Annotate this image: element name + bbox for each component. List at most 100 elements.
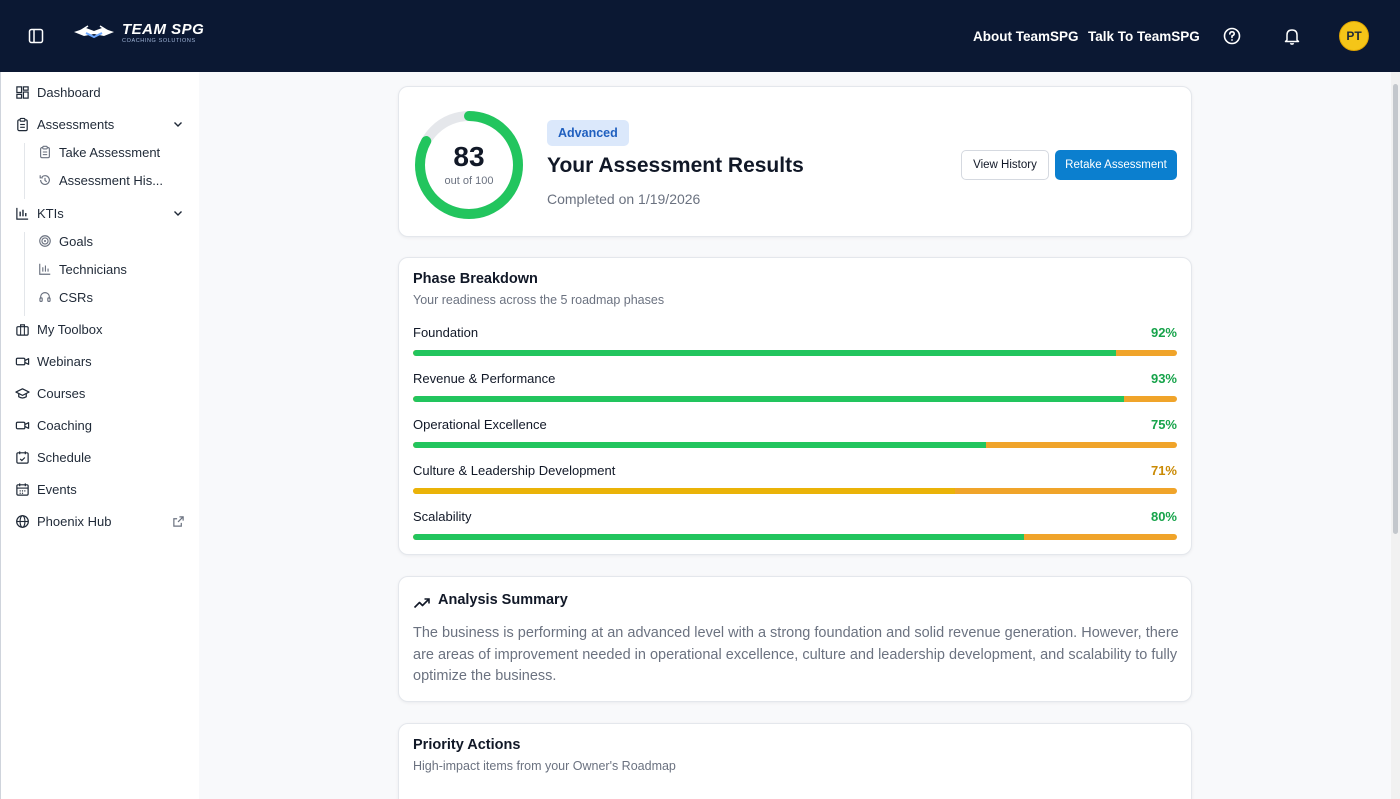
sidebar-item-label: Technicians xyxy=(59,261,127,277)
trending-up-icon xyxy=(413,598,430,609)
phase-progress-track xyxy=(413,396,1177,402)
help-icon[interactable] xyxy=(1222,26,1242,46)
phase-row: Scalability 80% xyxy=(413,509,1177,543)
sidebar-toggle-icon[interactable] xyxy=(26,26,46,46)
level-badge: Advanced xyxy=(547,120,629,146)
sidebar-item-label: Coaching xyxy=(37,417,92,433)
phase-progress-fill xyxy=(413,350,1116,356)
sidebar-item-ktis[interactable]: KTIs xyxy=(1,200,200,226)
sidebar-item-label: My Toolbox xyxy=(37,321,103,337)
video-icon xyxy=(15,421,30,429)
sidebar-item-assessment-history[interactable]: Assessment His... xyxy=(1,167,200,193)
sidebar-item-label: Assessments xyxy=(37,116,115,132)
sidebar-item-courses[interactable]: Courses xyxy=(1,380,200,406)
sidebar-item-phoenix-hub[interactable]: Phoenix Hub xyxy=(1,508,200,534)
brand-name: TEAM SPG xyxy=(122,21,205,38)
phase-progress-track xyxy=(413,488,1177,494)
sidebar-item-schedule[interactable]: Schedule xyxy=(1,444,200,470)
phase-percent: 80% xyxy=(1150,509,1177,524)
sidebar-item-my-toolbox[interactable]: My Toolbox xyxy=(1,316,200,342)
scrollbar-thumb[interactable] xyxy=(1393,84,1398,534)
phase-name: Foundation xyxy=(413,325,479,340)
video-icon xyxy=(15,357,30,365)
analysis-summary-card: Analysis Summary The business is perform… xyxy=(398,576,1192,702)
phase-breakdown-title: Phase Breakdown xyxy=(413,271,538,287)
phase-percent: 93% xyxy=(1150,371,1177,386)
brand-tagline: COACHING SOLUTIONS xyxy=(122,38,196,44)
sidebar-item-label: CSRs xyxy=(59,289,93,305)
history-icon xyxy=(39,175,50,185)
phase-progress-track xyxy=(413,442,1177,448)
sidebar-item-label: Events xyxy=(37,481,77,497)
sidebar-item-take-assessment[interactable]: Take Assessment xyxy=(1,139,200,165)
phase-progress-fill xyxy=(413,442,986,448)
graduation-cap-icon xyxy=(15,387,30,399)
sidebar-item-label: KTIs xyxy=(37,205,64,221)
sidebar-item-events[interactable]: Events xyxy=(1,476,200,502)
phase-row: Foundation 92% xyxy=(413,325,1177,359)
sidebar-item-label: Assessment His... xyxy=(59,172,164,188)
phase-percent: 92% xyxy=(1150,325,1177,340)
phase-name: Scalability xyxy=(413,509,472,524)
handshake-logo-icon xyxy=(74,25,114,39)
sidebar-item-coaching[interactable]: Coaching xyxy=(1,412,200,438)
chevron-down-icon[interactable] xyxy=(172,118,184,130)
globe-icon xyxy=(16,514,29,528)
phase-breakdown-card: Phase Breakdown Your readiness across th… xyxy=(398,257,1192,555)
phase-progress-fill xyxy=(413,396,1124,402)
phase-name: Revenue & Performance xyxy=(413,371,556,386)
sidebar-item-label: Courses xyxy=(37,385,86,401)
team-spg-logo[interactable]: TEAM SPG COACHING SOLUTIONS xyxy=(72,22,204,45)
sidebar-item-label: Phoenix Hub xyxy=(37,513,112,529)
completed-date: Completed on 1/19/2026 xyxy=(547,191,701,207)
phase-progress-fill xyxy=(413,534,1025,540)
sidebar-item-webinars[interactable]: Webinars xyxy=(1,348,200,374)
sidebar-item-dashboard[interactable]: Dashboard xyxy=(1,79,200,105)
phase-progress-track xyxy=(413,350,1177,356)
phase-name: Culture & Leadership Development xyxy=(413,463,616,478)
chevron-down-icon[interactable] xyxy=(172,207,184,219)
sidebar-item-assessments[interactable]: Assessments xyxy=(1,111,200,137)
grid-icon xyxy=(16,85,29,99)
user-avatar[interactable]: PT xyxy=(1339,21,1369,51)
nav-about-link[interactable]: About TeamSPG xyxy=(973,0,1079,72)
sidebar-item-goals[interactable]: Goals xyxy=(1,228,200,254)
phase-name: Operational Excellence xyxy=(413,417,547,432)
priority-actions-subtitle: High-impact items from your Owner's Road… xyxy=(413,759,676,773)
phase-row: Revenue & Performance 93% xyxy=(413,371,1177,405)
briefcase-icon xyxy=(16,323,29,336)
bell-icon[interactable] xyxy=(1282,26,1302,46)
external-link-icon xyxy=(173,515,184,527)
phase-progress-track xyxy=(413,534,1177,540)
analysis-summary-title: Analysis Summary xyxy=(438,592,568,608)
sidebar-item-label: Dashboard xyxy=(37,84,101,100)
sidebar-item-label: Take Assessment xyxy=(59,144,161,160)
calendar-check-icon xyxy=(16,450,29,464)
target-icon xyxy=(39,235,51,247)
score-value: 83 xyxy=(453,141,485,172)
score-out-of: out of 100 xyxy=(444,175,494,187)
retake-assessment-button[interactable]: Retake Assessment xyxy=(1055,150,1177,180)
phase-progress-fill xyxy=(413,488,956,494)
headset-icon xyxy=(39,292,51,302)
bar-chart-icon xyxy=(39,263,51,275)
sidebar-item-label: Goals xyxy=(59,233,93,249)
calendar-icon xyxy=(16,482,29,496)
clipboard-icon xyxy=(40,145,50,159)
page-scrollbar[interactable] xyxy=(1391,72,1400,799)
sidebar-item-technicians[interactable]: Technicians xyxy=(1,256,200,282)
analysis-summary-text: The business is performing at an advance… xyxy=(413,625,1179,684)
view-history-button[interactable]: View History xyxy=(961,150,1049,180)
top-bar: TEAM SPG COACHING SOLUTIONS About TeamSP… xyxy=(0,0,1400,72)
sidebar-item-csrs[interactable]: CSRs xyxy=(1,284,200,310)
nav-talk-link[interactable]: Talk To TeamSPG xyxy=(1088,0,1200,72)
phase-percent: 71% xyxy=(1150,463,1177,478)
page-title: Your Assessment Results xyxy=(547,154,804,177)
sidebar: Dashboard Assessments Take Assessment As… xyxy=(0,72,199,799)
phase-percent: 75% xyxy=(1150,417,1177,432)
phase-row: Culture & Leadership Development 71% xyxy=(413,463,1177,497)
priority-actions-card: Priority Actions High-impact items from … xyxy=(398,723,1192,799)
sidebar-item-label: Webinars xyxy=(37,353,92,369)
priority-actions-title: Priority Actions xyxy=(413,737,521,753)
bar-chart-icon xyxy=(16,207,29,220)
